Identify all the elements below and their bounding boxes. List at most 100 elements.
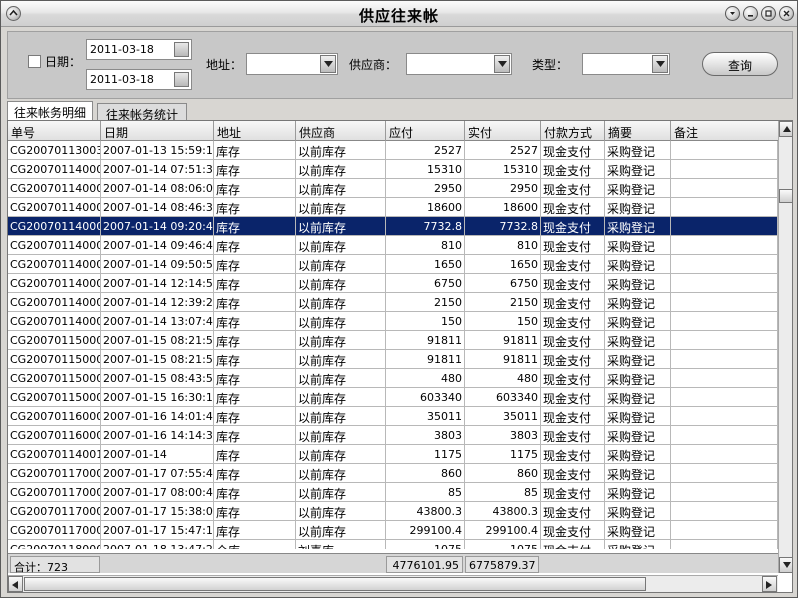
- cell-order-no[interactable]: CG200701150004: [8, 388, 101, 406]
- table-row[interactable]: CG200701140008 2007-01-14 12:39:27 库存 以前库存 2…: [8, 293, 778, 312]
- cell-payment-method[interactable]: 现金支付: [541, 293, 605, 311]
- cell-date[interactable]: 2007-01-13 15:59:17: [101, 141, 214, 159]
- cell-date[interactable]: 2007-01-14 12:39:27: [101, 293, 214, 311]
- cell-order-no[interactable]: CG200701130038: [8, 141, 101, 159]
- cell-summary[interactable]: 采购登记: [605, 160, 671, 178]
- cell-address[interactable]: 库存: [214, 483, 296, 501]
- cell-paid[interactable]: 6750: [465, 274, 541, 292]
- cell-address[interactable]: 仓库: [214, 540, 296, 549]
- cell-remark[interactable]: [671, 388, 778, 406]
- cell-summary[interactable]: 采购登记: [605, 483, 671, 501]
- cell-payable[interactable]: 85: [386, 483, 465, 501]
- cell-summary[interactable]: 采购登记: [605, 217, 671, 235]
- cell-remark[interactable]: [671, 217, 778, 235]
- cell-paid[interactable]: 299100.4: [465, 521, 541, 539]
- cell-date[interactable]: 2007-01-14 09:46:46: [101, 236, 214, 254]
- cell-payment-method[interactable]: 现金支付: [541, 483, 605, 501]
- table-row[interactable]: CG200701140004 2007-01-14 09:20:45 库存 以前库存 7…: [8, 217, 778, 236]
- supplier-select[interactable]: [406, 53, 512, 75]
- cell-paid[interactable]: 1075: [465, 540, 541, 549]
- cell-payable[interactable]: 91811: [386, 331, 465, 349]
- column-header[interactable]: 付款方式: [541, 121, 605, 141]
- cell-remark[interactable]: [671, 426, 778, 444]
- cell-remark[interactable]: [671, 407, 778, 425]
- cell-payment-method[interactable]: 现金支付: [541, 350, 605, 368]
- cell-date[interactable]: 2007-01-18 13:47:24: [101, 540, 214, 549]
- table-row[interactable]: CG2007011800012007-01-18 13:47:24仓库刘喜库10…: [8, 540, 778, 549]
- cell-summary[interactable]: 采购登记: [605, 445, 671, 463]
- cell-payment-method[interactable]: 现金支付: [541, 160, 605, 178]
- cell-address[interactable]: 库存: [214, 293, 296, 311]
- cell-order-no[interactable]: CG200701170004: [8, 521, 101, 539]
- calendar-dropdown-icon[interactable]: [174, 72, 189, 87]
- cell-payment-method[interactable]: 现金支付: [541, 445, 605, 463]
- cell-payable[interactable]: 35011: [386, 407, 465, 425]
- cell-order-no[interactable]: CG200701140003: [8, 198, 101, 216]
- chevron-down-icon[interactable]: [652, 55, 668, 73]
- cell-address[interactable]: 库存: [214, 521, 296, 539]
- cell-paid[interactable]: 1650: [465, 255, 541, 273]
- cell-paid[interactable]: 35011: [465, 407, 541, 425]
- cell-payment-method[interactable]: 现金支付: [541, 388, 605, 406]
- cell-supplier[interactable]: 以前库存: [296, 274, 386, 292]
- cell-remark[interactable]: [671, 521, 778, 539]
- cell-supplier[interactable]: 以前库存: [296, 293, 386, 311]
- table-row[interactable]: CG200701150001 2007-01-15 08:21:58 库存 以前库存 9…: [8, 331, 778, 350]
- table-row[interactable]: CG200701140005 2007-01-14 09:46:46 库存 以前库存 8…: [8, 236, 778, 255]
- cell-supplier[interactable]: 刘喜库: [296, 540, 386, 549]
- scroll-down-icon[interactable]: [779, 557, 792, 573]
- table-row[interactable]: CG200701170003 2007-01-17 15:38:08 库存 以前库存 4…: [8, 502, 778, 521]
- cell-paid[interactable]: 91811: [465, 350, 541, 368]
- cell-order-no[interactable]: CG200701140010: [8, 445, 101, 463]
- cell-payable[interactable]: 91811: [386, 350, 465, 368]
- cell-paid[interactable]: 15310: [465, 160, 541, 178]
- cell-date[interactable]: 2007-01-14 08:46:35: [101, 198, 214, 216]
- cell-supplier[interactable]: 以前库存: [296, 179, 386, 197]
- cell-supplier[interactable]: 以前库存: [296, 445, 386, 463]
- column-header[interactable]: 摘要: [605, 121, 671, 141]
- cell-payment-method[interactable]: 现金支付: [541, 274, 605, 292]
- cell-supplier[interactable]: 以前库存: [296, 141, 386, 159]
- cell-address[interactable]: 库存: [214, 445, 296, 463]
- cell-summary[interactable]: 采购登记: [605, 540, 671, 549]
- cell-address[interactable]: 库存: [214, 236, 296, 254]
- cell-paid[interactable]: 150: [465, 312, 541, 330]
- cell-date[interactable]: 2007-01-15 08:21:58: [101, 331, 214, 349]
- cell-payable[interactable]: 480: [386, 369, 465, 387]
- cell-address[interactable]: 库存: [214, 350, 296, 368]
- cell-payment-method[interactable]: 现金支付: [541, 369, 605, 387]
- cell-supplier[interactable]: 以前库存: [296, 217, 386, 235]
- table-row[interactable]: CG200701170001 2007-01-17 07:55:46 库存 以前库存 8…: [8, 464, 778, 483]
- cell-order-no[interactable]: CG200701140005: [8, 236, 101, 254]
- cell-address[interactable]: 库存: [214, 369, 296, 387]
- cell-paid[interactable]: 3803: [465, 426, 541, 444]
- cell-address[interactable]: 库存: [214, 312, 296, 330]
- cell-address[interactable]: 库存: [214, 331, 296, 349]
- cell-payable[interactable]: 2527: [386, 141, 465, 159]
- cell-payment-method[interactable]: 现金支付: [541, 426, 605, 444]
- cell-order-no[interactable]: CG200701140002: [8, 179, 101, 197]
- cell-payable[interactable]: 860: [386, 464, 465, 482]
- cell-date[interactable]: 2007-01-14 09:20:45: [101, 217, 214, 235]
- cell-payable[interactable]: 2150: [386, 293, 465, 311]
- date-to-field[interactable]: 2011-03-18: [86, 69, 192, 90]
- cell-order-no[interactable]: CG200701140008: [8, 293, 101, 311]
- cell-remark[interactable]: [671, 483, 778, 501]
- cell-supplier[interactable]: 以前库存: [296, 502, 386, 520]
- cell-supplier[interactable]: 以前库存: [296, 198, 386, 216]
- cell-remark[interactable]: [671, 331, 778, 349]
- cell-summary[interactable]: 采购登记: [605, 312, 671, 330]
- cell-order-no[interactable]: CG200701140009: [8, 312, 101, 330]
- table-row[interactable]: CG200701160001 2007-01-16 14:01:47 库存 以前库存 3…: [8, 407, 778, 426]
- cell-summary[interactable]: 采购登记: [605, 407, 671, 425]
- cell-address[interactable]: 库存: [214, 160, 296, 178]
- cell-summary[interactable]: 采购登记: [605, 426, 671, 444]
- cell-date[interactable]: 2007-01-17 15:38:08: [101, 502, 214, 520]
- cell-date[interactable]: 2007-01-14 13:07:46: [101, 312, 214, 330]
- cell-remark[interactable]: [671, 141, 778, 159]
- cell-payable[interactable]: 7732.8: [386, 217, 465, 235]
- table-row[interactable]: CG200701140003 2007-01-14 08:46:35 库存 以前库存 1…: [8, 198, 778, 217]
- cell-date[interactable]: 2007-01-15 08:43:58: [101, 369, 214, 387]
- cell-address[interactable]: 库存: [214, 198, 296, 216]
- chevron-down-icon[interactable]: [320, 55, 336, 73]
